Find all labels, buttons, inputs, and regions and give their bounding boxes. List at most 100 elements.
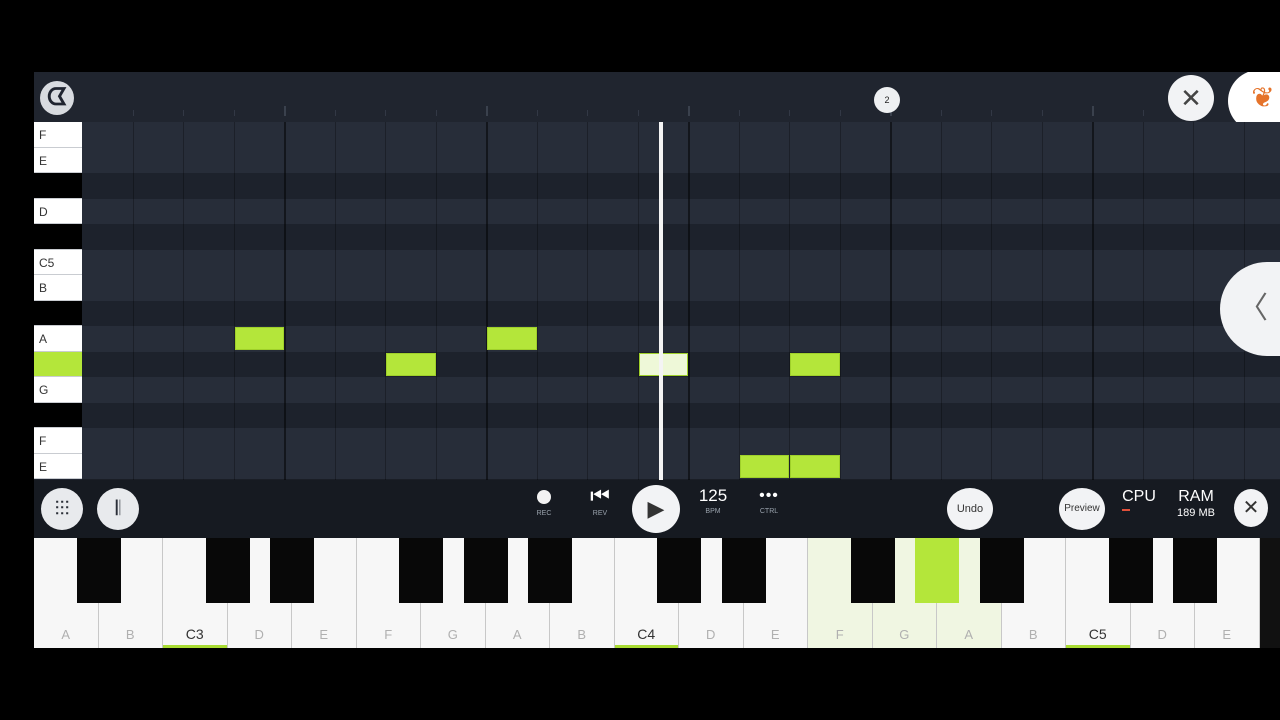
rewind-label: REV (592, 510, 608, 517)
bar-marker[interactable]: 2 (874, 87, 900, 113)
key-label: G (447, 627, 458, 642)
pitch-label: A (39, 332, 48, 346)
ctrl-label: CTRL (759, 508, 779, 515)
grid-row[interactable] (82, 147, 1280, 174)
grid-line (688, 122, 690, 480)
pitch-label: F (39, 128, 47, 142)
octave-indicator (163, 645, 227, 648)
rewind-icon: ⏮ (590, 483, 610, 508)
grid-row[interactable] (82, 224, 1280, 251)
grid-row[interactable] (82, 122, 1280, 149)
key-label: G (899, 627, 910, 642)
note-block[interactable] (790, 352, 840, 376)
key-label: B (577, 627, 587, 642)
snap-magnet-icon[interactable]: ᗧ (40, 81, 74, 115)
more-dots-icon: ••• (759, 487, 779, 504)
close-editor-button[interactable]: ✕ (1234, 489, 1268, 527)
ruler-tick (688, 106, 690, 116)
black-key[interactable] (721, 538, 766, 603)
black-key[interactable] (205, 538, 250, 603)
pitch-label: C5 (39, 255, 55, 270)
black-key[interactable] (270, 538, 314, 603)
black-key[interactable] (76, 538, 121, 603)
ruler-tick (738, 110, 740, 116)
grid-line (1041, 122, 1043, 480)
note-block[interactable] (487, 327, 537, 350)
black-key[interactable] (399, 538, 443, 603)
grid-row[interactable] (82, 377, 1280, 404)
playhead[interactable] (658, 122, 663, 482)
grid-line (435, 122, 437, 480)
rewind-button[interactable]: ⏮ REV (585, 482, 615, 517)
note-block[interactable] (234, 327, 284, 350)
cpu-label: CPU (1122, 488, 1156, 505)
ruler-tick (789, 110, 790, 116)
black-key[interactable] (1173, 538, 1217, 603)
note-block[interactable] (638, 352, 688, 376)
grid-line (1142, 122, 1144, 480)
key-label: C3 (185, 626, 204, 642)
grid-row[interactable] (82, 300, 1280, 327)
black-key[interactable] (915, 538, 959, 603)
close-icon[interactable]: ✕ (1168, 75, 1214, 121)
grid-line (890, 122, 892, 480)
ruler-tick (385, 110, 386, 116)
undo-button[interactable]: Undo (947, 488, 993, 530)
black-key[interactable] (979, 538, 1024, 603)
tempo-control[interactable]: 125 BPM (694, 484, 732, 515)
piano-settings-icon[interactable]: 𝄃 (97, 488, 139, 530)
ruler-tick (132, 110, 134, 116)
ram-value: 189 MB (1177, 507, 1215, 519)
black-key[interactable] (850, 538, 895, 603)
play-button[interactable]: ▶ (632, 485, 680, 533)
pitch-key-column[interactable]: F E D C5 B A G F E (34, 122, 82, 480)
grid-row[interactable] (82, 402, 1280, 429)
cpu-level-bar (1122, 509, 1130, 511)
key-label: D (1157, 627, 1167, 642)
pitch-key[interactable] (34, 224, 82, 250)
ruler-tick (991, 110, 992, 116)
timeline-ruler[interactable] (82, 72, 1280, 122)
pitch-key[interactable] (34, 173, 82, 199)
black-key[interactable] (463, 538, 508, 603)
grid-line (486, 122, 488, 480)
grid-line (1193, 122, 1194, 480)
grid-row[interactable] (82, 173, 1280, 200)
ruler-tick (1041, 110, 1043, 116)
grid-row[interactable] (82, 249, 1280, 276)
pitch-key[interactable] (34, 300, 82, 326)
black-key[interactable] (528, 538, 572, 603)
preview-button[interactable]: Preview (1059, 488, 1105, 530)
grid-line (385, 122, 386, 480)
pitch-key[interactable] (34, 402, 82, 428)
pitch-label: F (39, 434, 47, 448)
record-button[interactable]: REC (532, 488, 556, 517)
key-label: C5 (1088, 626, 1107, 642)
ruler-tick (839, 110, 841, 116)
top-bar: ᗧ 2 ✕ ❦ (34, 72, 1280, 132)
octave-indicator (614, 645, 678, 648)
note-block[interactable] (790, 454, 840, 478)
key-label: B (125, 627, 135, 642)
grid-line (940, 122, 942, 480)
note-block[interactable] (739, 454, 789, 478)
black-key[interactable] (657, 538, 701, 603)
grid-row[interactable] (82, 428, 1280, 455)
key-label: F (384, 627, 393, 642)
pitch-key[interactable] (34, 351, 82, 377)
ctrl-button[interactable]: ••• CTRL (750, 484, 788, 515)
pitch-label: E (39, 459, 48, 474)
mixer-icon[interactable]: ⫶⫶⫶ (41, 488, 83, 530)
grid-row[interactable] (82, 453, 1280, 480)
grid-line (1092, 122, 1094, 480)
note-block[interactable] (386, 352, 436, 376)
key-label: A (61, 627, 71, 642)
black-key[interactable] (1108, 538, 1153, 603)
tempo-value: 125 (698, 486, 728, 505)
piano-keyboard[interactable]: A B C3 D E F G A B C4 D E F G A B C5 D E (34, 538, 1280, 648)
note-grid[interactable] (82, 122, 1280, 480)
grid-row[interactable] (82, 198, 1280, 225)
grid-line (587, 122, 588, 480)
grid-row[interactable] (82, 275, 1280, 302)
ruler-tick (1142, 110, 1144, 116)
